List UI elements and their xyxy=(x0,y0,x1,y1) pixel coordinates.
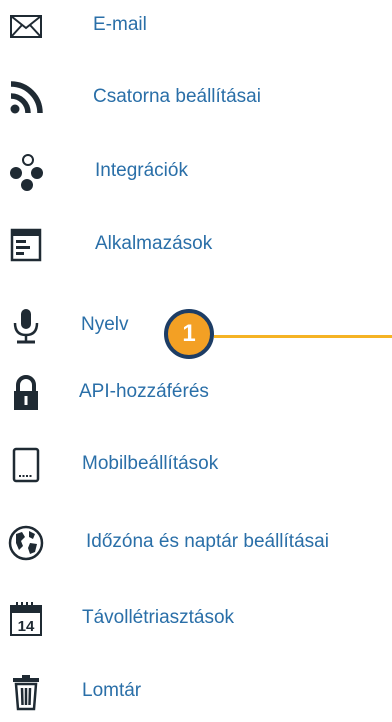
menu-item-label: E-mail xyxy=(93,14,147,35)
menu-item-label: Lomtár xyxy=(82,680,142,701)
trash-icon xyxy=(6,672,46,712)
callout-number-badge: 1 xyxy=(164,309,214,359)
menu-item-label: Nyelv xyxy=(81,314,129,335)
menu-item-label: Alkalmazások xyxy=(95,233,213,254)
rss-feed-icon xyxy=(6,78,46,118)
menu-item-trash[interactable]: Lomtár xyxy=(0,666,392,716)
integrations-icon xyxy=(6,152,46,192)
envelope-icon xyxy=(6,6,46,46)
mobile-phone-icon xyxy=(6,445,46,485)
menu-item-channel-settings[interactable]: Csatorna beállításai xyxy=(0,72,392,122)
svg-text:14: 14 xyxy=(18,618,35,635)
globe-icon xyxy=(6,523,46,563)
menu-item-label: Időzóna és naptár beállításai xyxy=(86,531,329,552)
calendar-icon: 14 xyxy=(6,599,46,639)
menu-item-timezone-calendar[interactable]: Időzóna és naptár beállításai xyxy=(0,517,392,567)
menu-item-label: Csatorna beállításai xyxy=(93,86,261,107)
menu-item-label: Integrációk xyxy=(95,160,188,181)
callout-connector-line xyxy=(214,335,392,338)
menu-item-email[interactable]: E-mail xyxy=(0,0,392,50)
microphone-icon xyxy=(6,306,46,346)
menu-item-applications[interactable]: Alkalmazások xyxy=(0,219,392,269)
application-window-icon xyxy=(6,225,46,265)
menu-item-integrations[interactable]: Integrációk xyxy=(0,146,392,196)
menu-item-mobile-settings[interactable]: Mobilbeállítások xyxy=(0,439,392,489)
menu-item-label: Távollétriasztások xyxy=(82,607,235,628)
lock-icon xyxy=(6,373,46,413)
menu-item-label: API-hozzáférés xyxy=(79,381,209,402)
menu-item-api-access[interactable]: API-hozzáférés xyxy=(0,367,392,417)
menu-item-out-of-office-alerts[interactable]: 14 Távollétriasztások xyxy=(0,593,392,643)
menu-item-label: Mobilbeállítások xyxy=(82,453,219,474)
